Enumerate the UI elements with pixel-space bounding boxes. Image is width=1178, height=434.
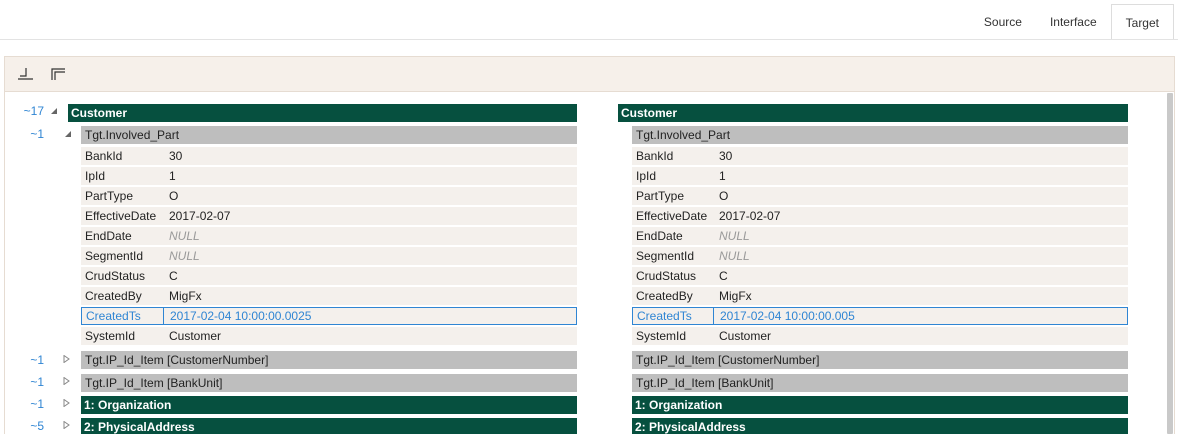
right-row-enddate: EndDate NULL	[632, 227, 1128, 245]
right-ip-id-bankunit-header[interactable]: Tgt.IP_Id_Item [BankUnit]	[632, 374, 1128, 392]
tab-target[interactable]: Target	[1110, 4, 1174, 40]
left-row-effectivedate: EffectiveDate 2017-02-07	[81, 207, 577, 225]
right-involved-part-header[interactable]: Tgt.Involved_Part	[632, 126, 1128, 144]
collapsed-triangle-icon[interactable]	[63, 421, 71, 429]
diff-count-customer[interactable]: ~17	[22, 104, 44, 118]
left-row-bankid: BankId 30	[81, 147, 577, 165]
vertical-scrollbar[interactable]	[1167, 93, 1173, 434]
cell-divider	[163, 308, 164, 324]
right-physical-address-header[interactable]: 2: PhysicalAddress	[632, 418, 1128, 434]
diff-count-involved-part[interactable]: ~1	[22, 127, 44, 141]
collapsed-triangle-icon[interactable]	[63, 399, 71, 407]
left-row-ipid: IpId 1	[81, 167, 577, 185]
diff-count-ip-id-customer[interactable]: ~1	[22, 353, 44, 367]
left-row-segmentid: SegmentId NULL	[81, 247, 577, 265]
right-row-segmentid: SegmentId NULL	[632, 247, 1128, 265]
left-organization-header[interactable]: 1: Organization	[81, 396, 577, 414]
collapsed-triangle-icon[interactable]	[63, 377, 71, 385]
cell-divider	[713, 308, 714, 324]
right-row-crudstatus: CrudStatus C	[632, 267, 1128, 285]
left-involved-part-header[interactable]: Tgt.Involved_Part	[81, 126, 577, 144]
left-row-createdts-diff[interactable]: CreatedTs 2017-02-04 10:00:00.0025	[81, 307, 577, 325]
left-ip-id-customer-header[interactable]: Tgt.IP_Id_Item [CustomerNumber]	[81, 351, 577, 369]
toolbar	[5, 57, 1174, 92]
left-physical-address-header[interactable]: 2: PhysicalAddress	[81, 418, 577, 434]
left-row-systemid: SystemId Customer	[81, 327, 577, 345]
right-ip-id-customer-header[interactable]: Tgt.IP_Id_Item [CustomerNumber]	[632, 351, 1128, 369]
expanded-triangle-icon[interactable]	[50, 107, 58, 115]
left-row-parttype: PartType O	[81, 187, 577, 205]
tab-interface[interactable]: Interface	[1036, 4, 1111, 40]
view-tabs: Source Interface Target	[970, 4, 1174, 40]
left-ip-id-bankunit-header[interactable]: Tgt.IP_Id_Item [BankUnit]	[81, 374, 577, 392]
right-row-parttype: PartType O	[632, 187, 1128, 205]
tab-divider	[0, 39, 1178, 40]
left-row-createdby: CreatedBy MigFx	[81, 287, 577, 305]
right-organization-header[interactable]: 1: Organization	[632, 396, 1128, 414]
left-row-enddate: EndDate NULL	[81, 227, 577, 245]
right-row-effectivedate: EffectiveDate 2017-02-07	[632, 207, 1128, 225]
right-row-bankid: BankId 30	[632, 147, 1128, 165]
collapse-bottom-left-icon[interactable]	[17, 66, 35, 82]
right-row-ipid: IpId 1	[632, 167, 1128, 185]
right-row-createdby: CreatedBy MigFx	[632, 287, 1128, 305]
diff-count-organization[interactable]: ~1	[22, 397, 44, 411]
diff-count-physical-address[interactable]: ~5	[22, 419, 44, 433]
collapsed-triangle-icon[interactable]	[63, 355, 71, 363]
diff-count-ip-id-bankunit[interactable]: ~1	[22, 375, 44, 389]
expanded-triangle-icon[interactable]	[64, 130, 72, 138]
left-customer-header[interactable]: Customer	[68, 104, 577, 122]
left-row-crudstatus: CrudStatus C	[81, 267, 577, 285]
right-row-systemid: SystemId Customer	[632, 327, 1128, 345]
right-customer-header[interactable]: Customer	[618, 104, 1128, 122]
expand-top-left-icon[interactable]	[49, 66, 67, 82]
right-row-createdts-diff[interactable]: CreatedTs 2017-02-04 10:00:00.005	[632, 307, 1128, 325]
tab-source[interactable]: Source	[970, 4, 1036, 40]
